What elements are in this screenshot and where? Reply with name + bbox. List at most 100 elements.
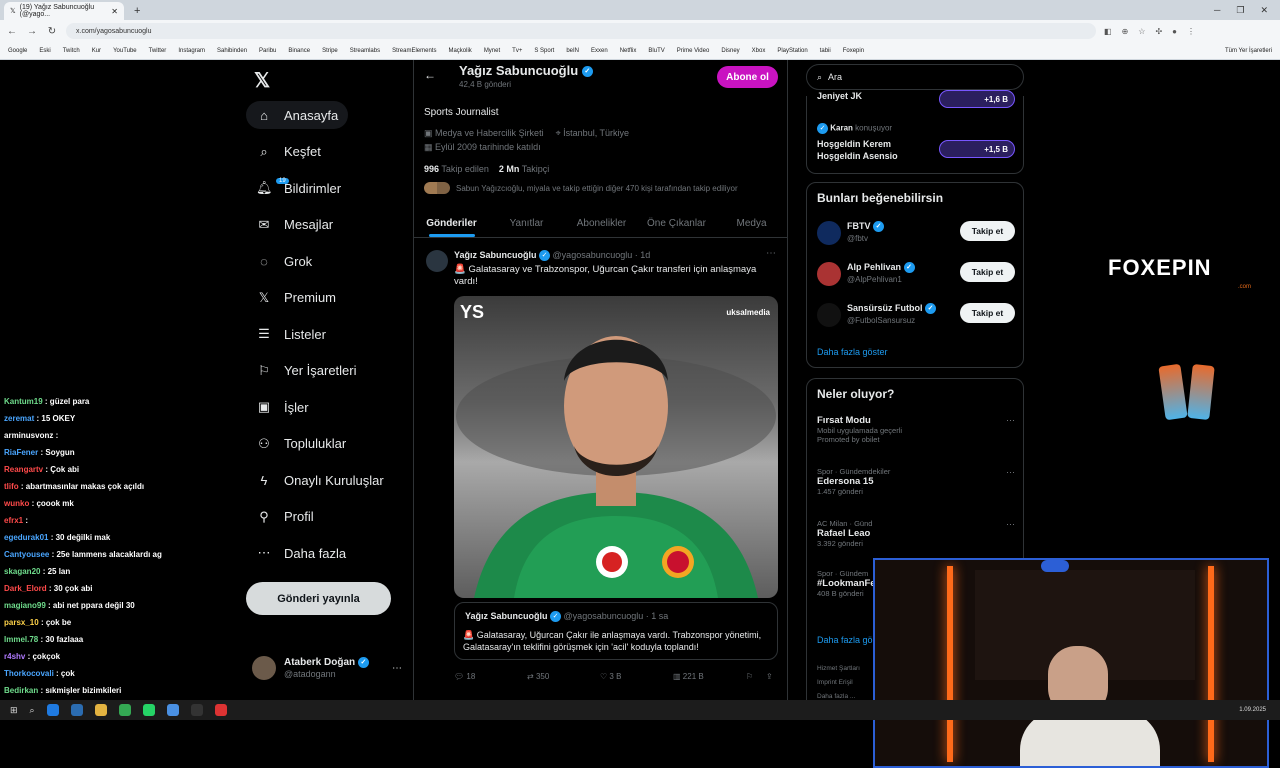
views-button[interactable]: ▥ 221 B xyxy=(673,672,746,681)
search-icon[interactable]: ⌕ xyxy=(30,705,35,716)
chat-username[interactable]: arminusvonz xyxy=(4,431,53,440)
bookmark-item[interactable]: Tv+ xyxy=(512,48,522,54)
quoted-tweet[interactable]: Yağız Sabuncuoğlu ✓ @yagosabuncuoglu · 1… xyxy=(454,602,778,660)
followed-by[interactable]: Sabun Yağızcıoğlu, miyala ve takip ettiğ… xyxy=(424,182,738,194)
space-listeners[interactable]: +1,6 B xyxy=(939,90,1015,108)
back-icon[interactable]: ← xyxy=(6,26,18,37)
bookmark-item[interactable]: Eski xyxy=(39,48,50,54)
chat-username[interactable]: Immel.78 xyxy=(4,635,38,644)
taskbar-app-icon[interactable] xyxy=(166,704,179,716)
taskbar-app-icon[interactable] xyxy=(46,704,59,716)
bookmark-item[interactable]: Google xyxy=(8,48,27,54)
profile-tab[interactable]: Yanıtlar xyxy=(489,210,564,237)
chat-username[interactable]: Thorkocovali xyxy=(4,669,54,678)
trend-item[interactable]: AC Milan · Günd Rafael Leao 3.392 gönderi ⋯ xyxy=(817,519,1017,548)
taskbar-app-icon[interactable] xyxy=(118,704,131,716)
space-listeners[interactable]: +1,5 B xyxy=(939,140,1015,158)
bookmark-item[interactable]: Disney xyxy=(721,48,739,54)
account-switcher[interactable]: Ataberk Doğan ✓ @atadogann ⋯ xyxy=(252,656,402,680)
more-icon[interactable]: ⋯ xyxy=(1006,519,1015,530)
follow-button[interactable]: Takip et xyxy=(960,221,1015,241)
taskbar-app-icon[interactable] xyxy=(70,704,83,716)
minimize-icon[interactable]: ─ xyxy=(1214,5,1220,16)
bookmark-item[interactable]: beIN xyxy=(566,48,579,54)
footer-link[interactable]: Daha fazla ... xyxy=(817,693,855,700)
chat-username[interactable]: egedurak01 xyxy=(4,533,48,542)
bookmark-item[interactable]: Paribu xyxy=(259,48,276,54)
browser-tab[interactable]: 𝕏 (19) Yağız Sabuncuoğlu (@yago... ✕ xyxy=(4,2,124,20)
suggested-account[interactable]: Alp Pehlivan ✓ @AlpPehlivan1 Takip et xyxy=(817,260,1017,290)
back-arrow-icon[interactable]: ← xyxy=(424,68,436,82)
taskbar-app-icon[interactable] xyxy=(94,704,107,716)
bookmark-item[interactable]: Twitch xyxy=(63,48,80,54)
chat-username[interactable]: tlifo xyxy=(4,482,19,491)
bookmark-item[interactable]: BluTV xyxy=(648,48,664,54)
chat-username[interactable]: wunko xyxy=(4,499,29,508)
repost-button[interactable]: ⇄ 350 xyxy=(527,672,600,681)
reload-icon[interactable]: ↻ xyxy=(46,26,58,37)
reply-button[interactable]: 💬︎ 18 xyxy=(454,672,527,681)
maximize-icon[interactable]: ❐ xyxy=(1236,5,1244,16)
more-icon[interactable]: ⋯ xyxy=(766,248,776,259)
suggested-account[interactable]: Sansürsüz Futbol ✓ @FutbolSansursuz Takip … xyxy=(817,301,1017,331)
chat-username[interactable]: Kantum19 xyxy=(4,397,43,406)
new-tab-button[interactable]: + xyxy=(130,5,144,20)
follow-button[interactable]: Takip et xyxy=(960,262,1015,282)
post-button[interactable]: Gönderi yayınla xyxy=(246,582,391,615)
profile-tab[interactable]: Gönderiler xyxy=(414,210,489,237)
chat-username[interactable]: r4shv xyxy=(4,652,25,661)
extension-icon[interactable]: ◧ xyxy=(1104,27,1112,36)
chat-username[interactable]: Reangartv xyxy=(4,465,43,474)
footer-link[interactable]: Hizmet Şartları xyxy=(817,665,860,672)
bookmark-item[interactable]: Exxen xyxy=(591,48,608,54)
more-icon[interactable]: ⋯ xyxy=(1006,415,1015,426)
sidebar-item-home[interactable]: ⌂ Anasayfa xyxy=(246,101,349,129)
chat-username[interactable]: parsx_10 xyxy=(4,618,39,627)
sidebar-item-grok[interactable]: ◌ Grok xyxy=(246,247,322,275)
chat-username[interactable]: magiano99 xyxy=(4,601,46,610)
address-bar[interactable]: x.com/yagosabuncuoglu xyxy=(66,23,1096,39)
bookmark-item[interactable]: Foxepin xyxy=(843,48,864,54)
bookmark-item[interactable]: Binance xyxy=(288,48,310,54)
taskbar-app-icon[interactable] xyxy=(142,704,155,716)
star-icon[interactable]: ☆ xyxy=(1138,27,1145,36)
suggested-account[interactable]: FBTV ✓ @fbtv Takip et xyxy=(817,219,1017,249)
sidebar-item-person[interactable]: ⚲ Profil xyxy=(246,503,324,531)
bookmark-item[interactable]: Instagram xyxy=(178,48,205,54)
tweet-author[interactable]: Yağız Sabuncuoğlu xyxy=(454,250,537,260)
chat-username[interactable]: zeremat xyxy=(4,414,34,423)
trend-item[interactable]: Spor · Gündemdekiler Edersona 15 1.457 gön… xyxy=(817,467,1017,496)
avatar[interactable] xyxy=(817,221,841,245)
x-logo-icon[interactable]: 𝕏 xyxy=(254,68,270,93)
all-bookmarks-button[interactable]: Tüm Yer İşaretleri xyxy=(1225,48,1272,54)
zoom-icon[interactable]: ⊕ xyxy=(1122,27,1129,36)
following-link[interactable]: 996 Takip edilen xyxy=(424,164,489,174)
profile-tab[interactable]: Medya xyxy=(714,210,787,237)
chat-username[interactable]: Cantyousee xyxy=(4,550,49,559)
bookmark-item[interactable]: YouTube xyxy=(113,48,137,54)
bookmark-item[interactable]: S Sport xyxy=(534,48,554,54)
footer-link[interactable]: Imprint Erişil xyxy=(817,679,853,686)
trend-item[interactable]: Fırsat Modu Mobil uygulamada geçerli Promo… xyxy=(817,415,1017,444)
chat-username[interactable]: efrx1 xyxy=(4,516,23,525)
follow-button[interactable]: Takip et xyxy=(960,303,1015,323)
sidebar-item-list[interactable]: ☰ Listeler xyxy=(246,320,336,348)
sidebar-item-more[interactable]: ⋯ Daha fazla xyxy=(246,539,356,567)
sidebar-item-mail[interactable]: ✉ Mesajlar xyxy=(246,211,343,239)
chat-username[interactable]: RiaFener xyxy=(4,448,38,457)
search-input[interactable]: ⌕ Ara xyxy=(806,64,1024,90)
sidebar-item-search[interactable]: ⌕ Keşfet xyxy=(246,138,331,166)
like-button[interactable]: ♡ 3 B xyxy=(600,672,673,681)
avatar[interactable] xyxy=(426,250,448,272)
chat-username[interactable]: skagan20 xyxy=(4,567,40,576)
followers-link[interactable]: 2 Mn Takipçi xyxy=(499,164,549,174)
avatar[interactable] xyxy=(817,262,841,286)
chat-username[interactable]: Dark_Elord xyxy=(4,584,47,593)
chat-username[interactable]: Bedirkan xyxy=(4,686,38,695)
show-more-link[interactable]: Daha fazla gö xyxy=(817,635,873,645)
profile-tab[interactable]: Abonelikler xyxy=(564,210,639,237)
sidebar-item-bell[interactable]: 🔔︎ 19 Bildirimler xyxy=(246,174,351,202)
bookmark-item[interactable]: tabii xyxy=(820,48,831,54)
puzzle-icon[interactable]: ✣ xyxy=(1155,27,1162,36)
bookmark-item[interactable]: Netflix xyxy=(620,48,637,54)
